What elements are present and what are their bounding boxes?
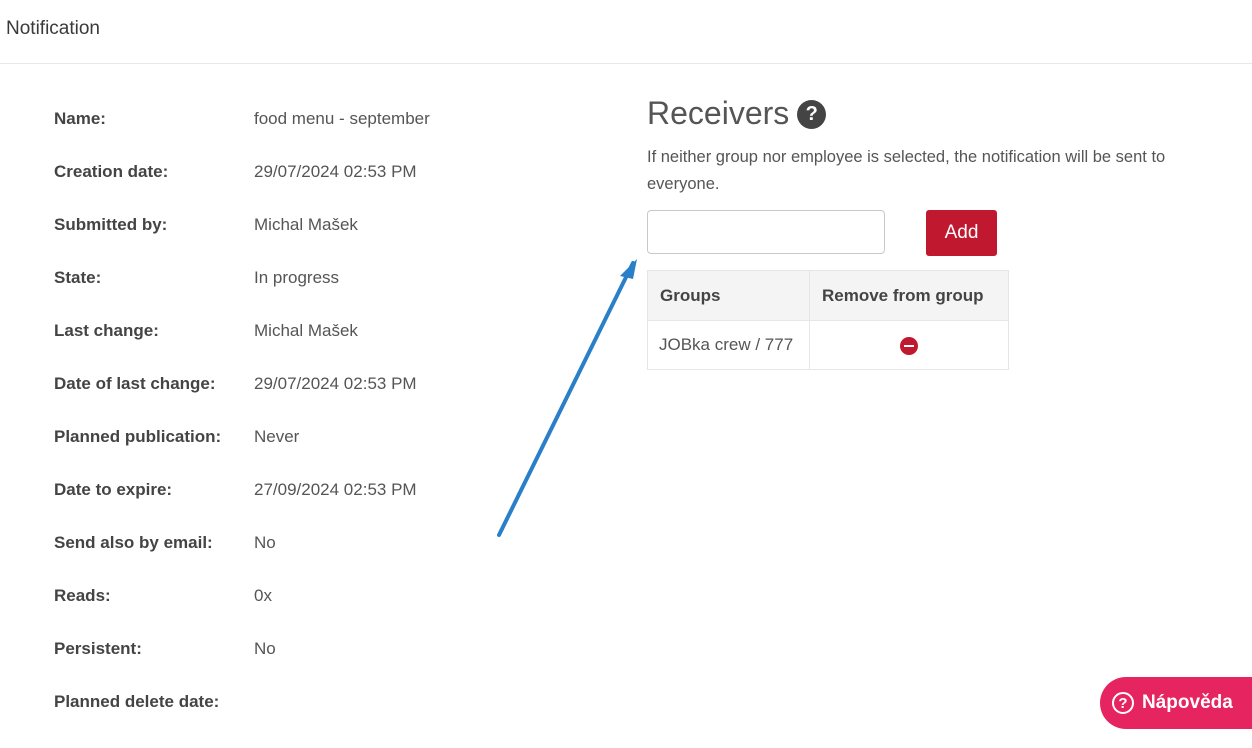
detail-value: Michal Mašek (254, 214, 358, 234)
add-button[interactable]: Add (926, 210, 997, 256)
column-header-groups: Groups (647, 270, 810, 321)
detail-value: In progress (254, 267, 340, 287)
detail-row-planned-publication: Planned publication: Never (54, 410, 430, 463)
remove-cell (809, 320, 1009, 370)
remove-circle-icon[interactable] (900, 336, 918, 355)
detail-label: Send also by email: (54, 532, 213, 552)
table-row: JOBka crew / 777 (647, 320, 1009, 370)
detail-row-send-by-email: Send also by email: No (54, 516, 430, 569)
detail-label: Reads: (54, 585, 111, 605)
detail-value: 29/07/2024 02:53 PM (254, 161, 417, 181)
detail-label: Name: (54, 108, 106, 128)
detail-label: Creation date: (54, 161, 169, 181)
detail-row-submitted-by: Submitted by: Michal Mašek (54, 198, 430, 251)
detail-label: Date to expire: (54, 479, 173, 499)
group-name-cell: JOBka crew / 777 (647, 320, 810, 370)
detail-row-persistent: Persistent: No (54, 622, 430, 675)
question-circle-icon: ? (1112, 692, 1134, 714)
detail-row-planned-delete-date: Planned delete date: (54, 675, 430, 728)
help-button-label: Nápověda (1142, 692, 1233, 713)
detail-row-state: State: In progress (54, 251, 430, 304)
receivers-section: Receivers ? If neither group nor employe… (647, 92, 1207, 258)
column-header-remove: Remove from group (809, 270, 1009, 321)
table-header-row: Groups Remove from group (647, 270, 1009, 321)
receivers-note: If neither group nor employee is selecte… (647, 148, 1166, 193)
page-header: Notification (0, 0, 1252, 64)
detail-label: State: (54, 267, 102, 287)
detail-value: 27/09/2024 02:53 PM (254, 479, 417, 499)
detail-value: 29/07/2024 02:53 PM (254, 373, 417, 393)
detail-row-reads: Reads: 0x (54, 569, 430, 622)
detail-row-creation-date: Creation date: 29/07/2024 02:53 PM (54, 145, 430, 198)
detail-value: 0x (254, 585, 272, 605)
annotation-arrow-head (620, 259, 637, 279)
receiver-search-input[interactable] (647, 210, 885, 254)
detail-value: No (254, 638, 276, 658)
detail-label: Planned publication: (54, 426, 222, 446)
detail-label: Persistent: (54, 638, 142, 658)
detail-row-date-to-expire: Date to expire: 27/09/2024 02:53 PM (54, 463, 430, 516)
detail-value: Never (254, 426, 300, 446)
detail-value: food menu - september (254, 108, 430, 128)
help-button[interactable]: ? Nápověda (1100, 677, 1252, 729)
page-title: Notification (6, 18, 100, 39)
receivers-title: Receivers (647, 94, 790, 131)
detail-label: Last change: (54, 320, 159, 340)
receivers-heading: Receivers ? (647, 92, 1207, 134)
detail-label: Date of last change: (54, 373, 216, 393)
detail-label: Planned delete date: (54, 691, 220, 711)
detail-value: No (254, 532, 276, 552)
detail-value: Michal Mašek (254, 320, 358, 340)
detail-label: Submitted by: (54, 214, 168, 234)
detail-row-last-change: Last change: Michal Mašek (54, 304, 430, 357)
notification-details: Name: food menu - september Creation dat… (54, 92, 430, 728)
groups-table: Groups Remove from group JOBka crew / 77… (647, 270, 1009, 370)
help-icon[interactable]: ? (797, 99, 827, 129)
detail-row-date-of-last-change: Date of last change: 29/07/2024 02:53 PM (54, 357, 430, 410)
add-receiver-row: Add (647, 210, 1207, 258)
detail-row-name: Name: food menu - september (54, 92, 430, 145)
annotation-arrow-line (497, 261, 635, 537)
